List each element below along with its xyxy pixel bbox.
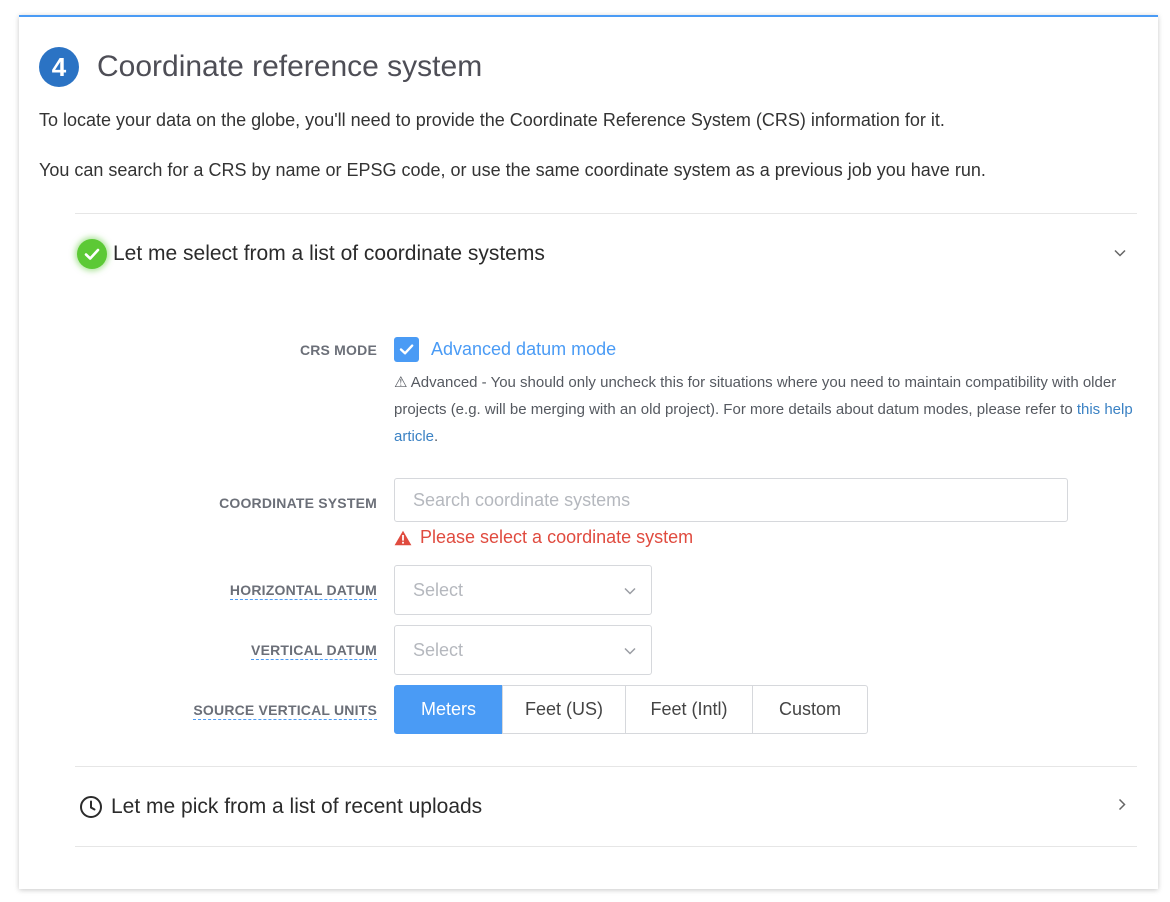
checkmark-icon bbox=[399, 344, 414, 355]
unit-option-feet-us[interactable]: Feet (US) bbox=[502, 685, 626, 734]
clock-icon bbox=[77, 793, 105, 821]
crs-card: 4 Coordinate reference system To locate … bbox=[19, 15, 1158, 889]
section-title-recent-uploads: Let me pick from a list of recent upload… bbox=[111, 795, 483, 818]
source-vertical-units-group: Meters Feet (US) Feet (Intl) Custom bbox=[394, 685, 868, 734]
source-vertical-units-label[interactable]: SOURCE VERTICAL UNITS bbox=[193, 702, 377, 720]
section-header-coordinate-list[interactable]: Let me select from a list of coordinate … bbox=[77, 237, 1137, 271]
divider bbox=[75, 846, 1137, 847]
error-message: Please select a coordinate system bbox=[420, 527, 694, 547]
divider bbox=[75, 213, 1137, 214]
advanced-datum-label[interactable]: Advanced datum mode bbox=[431, 339, 616, 360]
chevron-down-icon bbox=[623, 640, 637, 661]
horizontal-datum-value: Select bbox=[413, 579, 464, 600]
chevron-right-icon[interactable] bbox=[1117, 798, 1127, 817]
horizontal-datum-label[interactable]: HORIZONTAL DATUM bbox=[229, 582, 377, 600]
vertical-datum-value: Select bbox=[413, 639, 464, 660]
unit-option-meters[interactable]: Meters bbox=[394, 685, 503, 734]
vertical-datum-label[interactable]: VERTICAL DATUM bbox=[251, 642, 377, 660]
horizontal-datum-select[interactable]: Select bbox=[394, 565, 652, 615]
section-title-coordinate-list: Let me select from a list of coordinate … bbox=[113, 242, 545, 265]
chevron-down-icon[interactable] bbox=[1113, 245, 1127, 263]
crs-mode-label: CRS MODE bbox=[299, 342, 377, 358]
warning-icon bbox=[394, 530, 412, 545]
step-header: 4 Coordinate reference system bbox=[39, 47, 482, 87]
page-title: Coordinate reference system bbox=[97, 50, 483, 83]
help-text-suffix: . bbox=[434, 428, 439, 445]
step-number-badge: 4 bbox=[39, 47, 79, 87]
help-text-body: ⚠ Advanced - You should only uncheck thi… bbox=[394, 374, 1117, 418]
advanced-help-text: ⚠ Advanced - You should only uncheck thi… bbox=[394, 369, 1139, 450]
intro-text-2: You can search for a CRS by name or EPSG… bbox=[39, 160, 986, 180]
coordinate-system-error: Please select a coordinate system bbox=[394, 527, 693, 548]
unit-option-custom[interactable]: Custom bbox=[752, 685, 868, 734]
coordinate-system-label: COORDINATE SYSTEM bbox=[219, 495, 377, 511]
advanced-datum-checkbox[interactable] bbox=[394, 337, 419, 362]
vertical-datum-select[interactable]: Select bbox=[394, 625, 652, 675]
unit-option-feet-intl[interactable]: Feet (Intl) bbox=[625, 685, 753, 734]
coordinate-system-search-input[interactable] bbox=[394, 478, 1068, 522]
divider bbox=[75, 766, 1137, 767]
chevron-down-icon bbox=[623, 580, 637, 601]
intro-text-1: To locate your data on the globe, you'll… bbox=[39, 110, 945, 130]
section-header-recent-uploads[interactable]: Let me pick from a list of recent upload… bbox=[77, 790, 1137, 824]
check-circle-icon bbox=[77, 239, 107, 269]
